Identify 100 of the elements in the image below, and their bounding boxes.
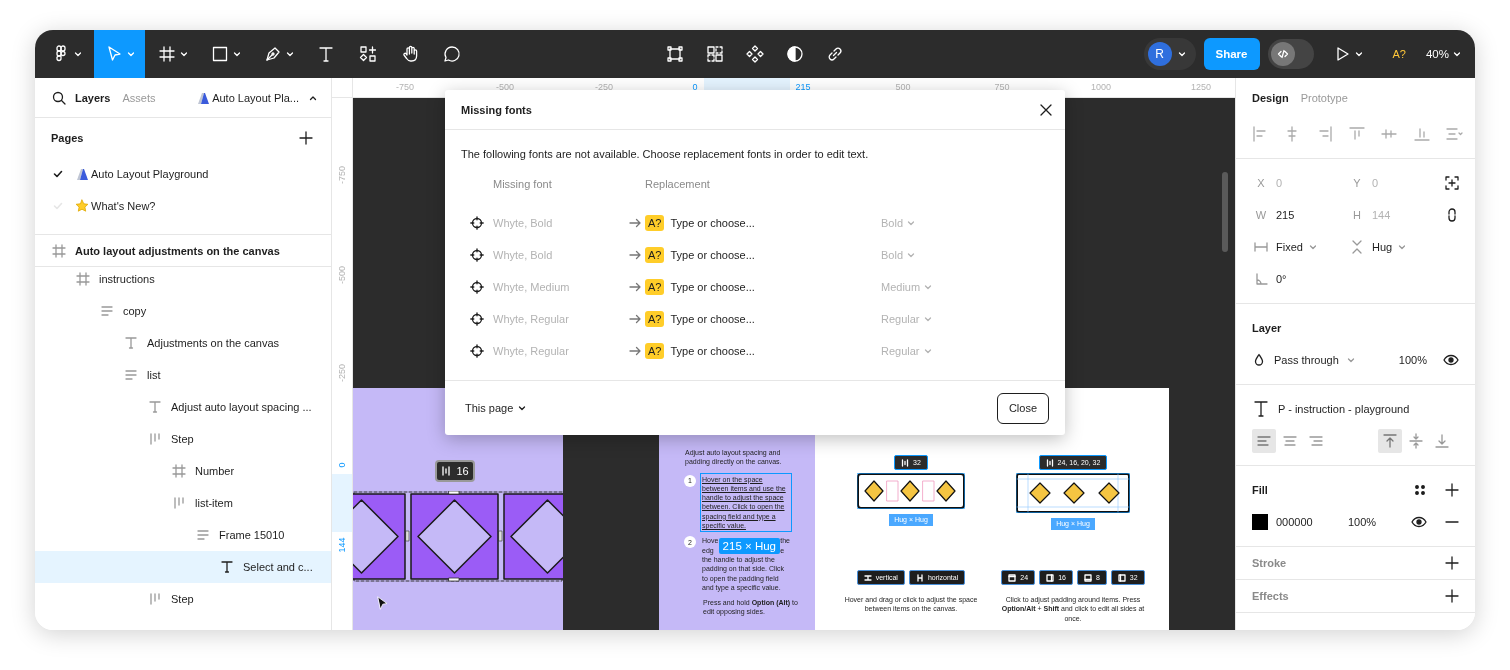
section-title: Fill [1252, 483, 1268, 498]
layer-row[interactable]: Adjustments on the canvas [35, 327, 331, 359]
layer-row[interactable]: Frame 15010 [35, 519, 331, 551]
spacing-badge[interactable]: 16 [435, 460, 475, 482]
crosshair-icon[interactable] [470, 216, 484, 230]
corner-frame-icon[interactable] [665, 44, 685, 64]
zoom-menu[interactable]: 40% [1425, 48, 1465, 60]
font-field[interactable]: Type or choose... [670, 217, 851, 229]
ruler-label: -500 [336, 266, 348, 284]
width-icon [1252, 240, 1270, 254]
font-field[interactable]: Type or choose... [670, 249, 851, 261]
arrow-icon [629, 282, 641, 292]
eye-icon[interactable] [1411, 514, 1427, 530]
layer-row[interactable]: Adjust auto layout spacing ... [35, 391, 331, 423]
number-field[interactable]: W 215 [1252, 209, 1348, 221]
stack-lines-icon [195, 527, 211, 543]
caret-icon [907, 251, 916, 259]
plus-icon[interactable] [1445, 589, 1459, 603]
padding-icon [1046, 573, 1055, 582]
constrain-icon[interactable] [1445, 208, 1459, 222]
layer-row[interactable]: Step [35, 423, 331, 455]
spacing-icon [1045, 458, 1054, 467]
opacity-value: 100% [1398, 354, 1427, 366]
layer-row[interactable]: Number [35, 455, 331, 487]
layer-row[interactable]: Select and c... [35, 551, 331, 583]
columns-icon [147, 591, 163, 607]
dots-grid-icon[interactable] [1413, 483, 1427, 497]
font-field[interactable]: Type or choose... [670, 281, 851, 293]
plus-icon[interactable] [299, 131, 313, 145]
missing-font-name: Whyte, Medium [493, 281, 571, 293]
close-button[interactable]: Close [996, 392, 1049, 424]
file-menu[interactable]: Auto Layout Pla... [196, 90, 321, 105]
eye-icon[interactable] [1443, 352, 1459, 368]
panel-tab[interactable]: Layers [75, 91, 117, 104]
scope-dropdown[interactable]: This page [465, 402, 527, 414]
spacing-icon [901, 458, 910, 467]
layer-row[interactable]: list [35, 359, 331, 391]
columns-icon [171, 495, 187, 511]
close-icon[interactable] [1039, 102, 1053, 117]
plus-icon[interactable] [1445, 556, 1459, 570]
ruler-label: 0 [692, 81, 698, 93]
avatar: R [1147, 42, 1172, 66]
square-icon [210, 44, 230, 64]
sizing-dropdown[interactable]: Hug [1348, 240, 1444, 254]
half-circle-icon[interactable] [785, 44, 805, 64]
dev-mode-toggle[interactable] [1267, 39, 1314, 69]
layer-row[interactable]: Step [35, 583, 331, 615]
section-title: Layer [1252, 321, 1283, 336]
plus-icon[interactable] [1445, 483, 1459, 497]
section-title: Stroke [1252, 556, 1287, 571]
ruler-label: -250 [336, 364, 348, 382]
caret-icon [923, 315, 932, 323]
layer-row[interactable]: list-item [35, 487, 331, 519]
user-menu[interactable]: R [1143, 38, 1196, 70]
missing-fonts-button[interactable]: A? [1380, 48, 1418, 60]
scrollbar[interactable] [1222, 172, 1228, 252]
crosshair-icon[interactable] [470, 280, 484, 294]
arrow-icon [629, 346, 641, 356]
dialog-description: The following fonts are not available. Choose replacement fonts in order to edit text. [461, 148, 870, 160]
ruler-label: 500 [895, 81, 911, 93]
caret-icon [518, 404, 527, 412]
columns-icon [147, 431, 163, 447]
font-field[interactable]: Type or choose... [670, 313, 851, 325]
ruler-label: -500 [496, 81, 514, 93]
arrow-icon [629, 314, 641, 324]
opacity-value[interactable]: 100% [1348, 516, 1377, 528]
hex-value[interactable]: 000000 [1276, 516, 1348, 528]
frame-plus-icon[interactable] [1445, 176, 1459, 190]
caret-icon [1177, 50, 1186, 58]
caret-icon [74, 50, 82, 58]
rotation-field[interactable]: 0° [1252, 272, 1348, 286]
ramp-icon [196, 90, 211, 105]
text-style-name[interactable]: P - instruction - playground [1278, 403, 1410, 415]
align-top-icon[interactable] [1378, 429, 1402, 453]
crosshair-icon[interactable] [470, 312, 484, 326]
missing-font-badge: A? [645, 215, 665, 231]
caret-icon [924, 283, 933, 291]
blend-dropdown[interactable]: Pass through [1252, 353, 1355, 367]
sizing-dropdown[interactable]: Fixed [1252, 240, 1348, 254]
page-item[interactable]: What's New? [35, 190, 331, 222]
page-item[interactable]: Auto Layout Playground [35, 158, 331, 190]
ruler-label: 1000 [1091, 81, 1111, 93]
hash-icon [75, 271, 91, 287]
crosshair-icon[interactable] [470, 344, 484, 358]
field-label: Y [1352, 177, 1362, 189]
missing-font-name: Whyte, Bold [493, 249, 554, 261]
ruler-selection [332, 474, 352, 532]
align-text-left-icon[interactable] [1252, 429, 1276, 453]
color-swatch[interactable] [1252, 514, 1268, 530]
font-field[interactable]: Type or choose... [670, 345, 851, 357]
search-icon[interactable] [51, 89, 67, 106]
crosshair-icon[interactable] [470, 248, 484, 262]
component-icon[interactable] [745, 44, 765, 64]
ramp-icon [75, 167, 89, 181]
dashed-grid-icon[interactable] [705, 44, 725, 64]
spacing-icon [441, 466, 452, 476]
layer-row[interactable]: copy [35, 295, 331, 327]
panel-tab[interactable]: Design [1252, 92, 1289, 104]
text-icon [123, 335, 139, 351]
ruler-label: 750 [994, 81, 1010, 93]
